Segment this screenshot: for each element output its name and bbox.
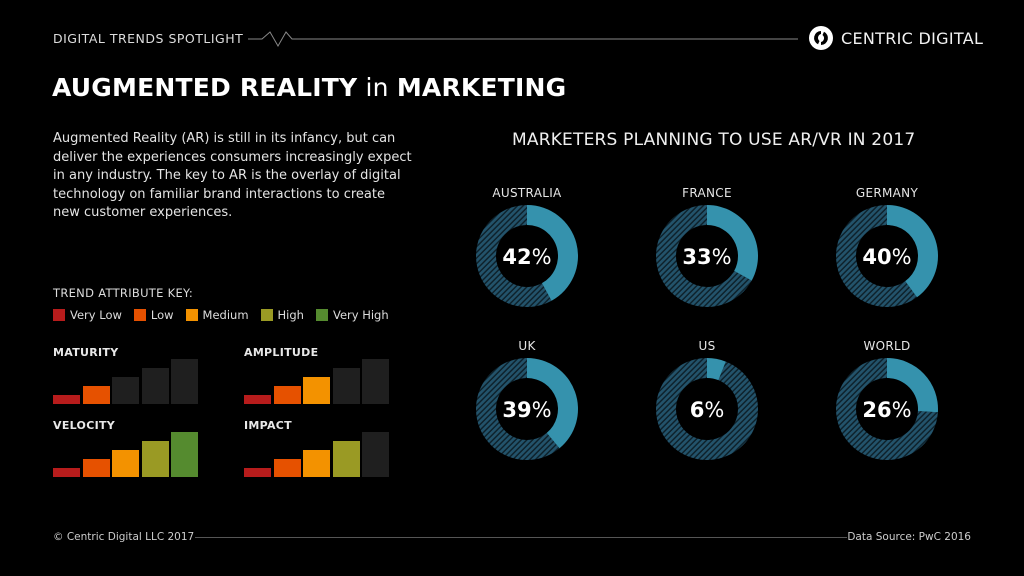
attribute-bars [244, 432, 390, 477]
attribute-bars [53, 432, 199, 477]
page-title: AUGMENTED REALITY in MARKETING [52, 73, 566, 102]
legend-swatch [53, 309, 65, 321]
donut-value-label: 40% [862, 245, 911, 269]
attribute-bars [53, 359, 199, 404]
legend-item: Very High [315, 308, 389, 322]
attribute-amplitude: AMPLITUDE [244, 346, 389, 404]
attribute-bar [112, 377, 139, 404]
attribute-bar [244, 395, 271, 404]
legend-label: Medium [202, 308, 249, 322]
attribute-bar [82, 459, 110, 477]
donut-value-label: 6% [690, 398, 725, 422]
donut-value-label: 42% [502, 245, 551, 269]
attribute-bars [244, 359, 390, 404]
attribute-bar [244, 468, 271, 477]
brand-logo: CENTRIC DIGITAL [809, 26, 983, 50]
centric-digital-logo-icon [809, 26, 833, 50]
attribute-bar [53, 468, 80, 477]
trend-legend: Very Low Low Medium High Very High [53, 308, 401, 322]
attribute-bar [362, 359, 389, 404]
donut-chart: 40% [836, 205, 938, 307]
legend-label: Very Low [70, 308, 122, 322]
legend-item: Very Low [53, 308, 122, 322]
legend-swatch [315, 309, 328, 321]
donut-chart: 26% [836, 358, 938, 460]
donut-label: UK [518, 339, 536, 353]
legend-item: High [260, 308, 304, 322]
data-source: Data Source: PwC 2016 [847, 531, 971, 543]
attribute-bar [362, 432, 389, 477]
donut-chart: 33% [656, 205, 758, 307]
attribute-bar [141, 441, 169, 477]
attribute-label: AMPLITUDE [244, 346, 319, 359]
donut-label: WORLD [863, 339, 911, 353]
legend-item: Low [133, 308, 174, 322]
attribute-bar [82, 386, 110, 404]
key-title: TREND ATTRIBUTE KEY: [53, 286, 194, 300]
title-part-1: AUGMENTED REALITY [52, 73, 358, 102]
attribute-velocity: VELOCITY [53, 419, 198, 477]
intro-paragraph: Augmented Reality (AR) is still in its i… [53, 131, 412, 220]
donut-chart: 6% [656, 358, 758, 460]
legend-swatch [185, 309, 198, 321]
donut-label: US [698, 339, 716, 353]
attribute-label: VELOCITY [53, 419, 116, 432]
attribute-bar [332, 368, 360, 404]
donut-label: FRANCE [682, 186, 732, 200]
attribute-bar [303, 377, 330, 404]
attribute-bar [273, 386, 301, 404]
title-part-2: MARKETING [396, 73, 567, 102]
attribute-label: MATURITY [53, 346, 119, 359]
donut-value-label: 26% [862, 398, 911, 422]
legend-swatch [133, 309, 146, 321]
donut-label: GERMANY [855, 186, 919, 200]
donut-australia: AUSTRALIA 42% [462, 186, 592, 308]
attribute-label: IMPACT [244, 419, 292, 432]
donut-chart: 42% [476, 205, 578, 307]
attribute-bar [112, 450, 139, 477]
title-connector: in [357, 73, 397, 102]
attribute-bar [53, 395, 80, 404]
legend-label: Low [150, 308, 174, 322]
attribute-maturity: MATURITY [53, 346, 198, 404]
donut-uk: UK 39% [462, 339, 592, 461]
donut-value-label: 33% [682, 245, 731, 269]
brand-name: CENTRIC DIGITAL [841, 28, 984, 48]
attribute-bar [141, 368, 169, 404]
header-divider [248, 31, 798, 48]
attribute-bar [332, 441, 360, 477]
legend-label: Very High [332, 308, 389, 322]
donut-germany: GERMANY 40% [822, 186, 952, 308]
donut-value-label: 39% [502, 398, 551, 422]
legend-label: High [277, 308, 304, 322]
chart-title: MARKETERS PLANNING TO USE AR/VR IN 2017 [512, 130, 916, 150]
attribute-bar [303, 450, 330, 477]
attribute-bar [171, 359, 198, 404]
legend-swatch [260, 309, 273, 321]
donut-france: FRANCE 33% [642, 186, 772, 308]
series-title: DIGITAL TRENDS SPOTLIGHT [53, 31, 244, 46]
donut-us: US 6% [642, 339, 772, 461]
copyright: © Centric Digital LLC 2017 [53, 531, 195, 543]
footer-divider [195, 537, 847, 538]
donut-chart: 39% [476, 358, 578, 460]
attribute-impact: IMPACT [244, 419, 389, 477]
attribute-bar [171, 432, 198, 477]
donut-value-segment [707, 205, 758, 281]
donut-label: AUSTRALIA [492, 186, 562, 200]
legend-item: Medium [185, 308, 249, 322]
donut-world: WORLD 26% [822, 339, 952, 461]
attribute-bar [273, 459, 301, 477]
